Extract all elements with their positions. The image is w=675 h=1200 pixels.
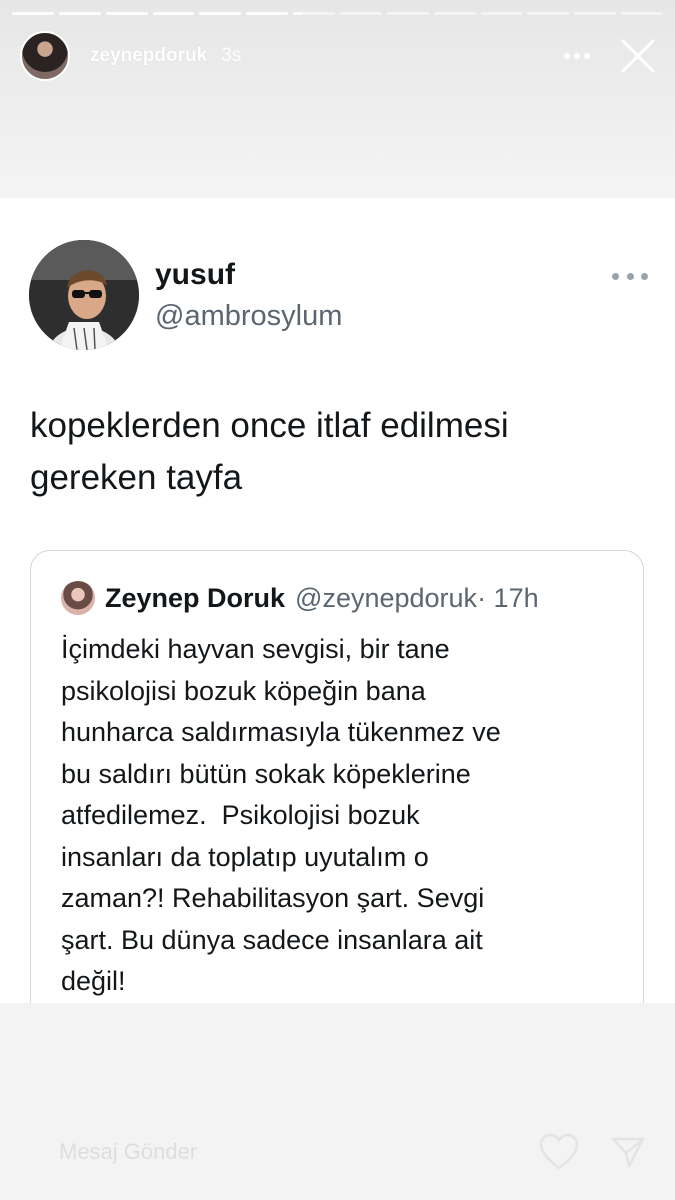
paper-plane-icon bbox=[611, 1137, 645, 1168]
quoted-author-name: Zeynep Doruk bbox=[105, 582, 286, 613]
tweet-author-handle: @ambrosylum bbox=[155, 300, 343, 332]
quoted-text-line: şart. Bu dünya sadece insanlara ait bbox=[61, 924, 483, 955]
more-options-button[interactable] bbox=[562, 43, 592, 69]
story-progress-segment bbox=[480, 12, 523, 15]
story-progress-fill bbox=[58, 12, 101, 15]
quoted-text-line: insanları da toplatıp uyutalım o bbox=[61, 841, 429, 872]
quoted-text-line: hunharca saldırmasıyla tükenmez ve bbox=[61, 717, 501, 747]
tweet-author-avatar bbox=[29, 240, 139, 350]
tweet-more-icon bbox=[612, 268, 648, 284]
story-progress-segment bbox=[58, 12, 101, 15]
tweet-text-line: gereken tayfa bbox=[30, 458, 243, 497]
tweet-text-line: kopeklerden once itlaf edilmesi bbox=[30, 406, 509, 445]
story-progress-segment bbox=[246, 12, 289, 15]
story-progress-fill bbox=[293, 12, 302, 15]
tweet-card: yusuf @ambrosylum kopeklerden once itlaf… bbox=[0, 198, 675, 1020]
story-author-username[interactable]: zeynepdoruk bbox=[90, 45, 207, 67]
send-button[interactable] bbox=[610, 1134, 646, 1170]
quoted-tweet-time: · 17h bbox=[477, 582, 539, 613]
close-icon bbox=[621, 39, 655, 73]
story-progress-segment bbox=[621, 12, 664, 15]
quoted-author-avatar bbox=[61, 581, 95, 615]
story-progress-fill bbox=[105, 12, 148, 15]
story-progress-bar bbox=[12, 12, 664, 15]
story-progress-segment bbox=[105, 12, 148, 15]
story-progress-segment bbox=[293, 12, 336, 15]
close-button[interactable] bbox=[616, 34, 660, 78]
story-progress-segment bbox=[340, 12, 382, 15]
story-progress-segment bbox=[574, 12, 617, 15]
quoted-text-line: atfedilemez. Psikolojisi bozuk bbox=[61, 800, 420, 830]
quoted-text-line: zaman?! Rehabilitasyon şart. Sevgi bbox=[61, 883, 485, 913]
quoted-tweet: Zeynep Doruk @zeynepdoruk · 17h İçimdeki… bbox=[30, 550, 644, 1020]
story-progress-segment bbox=[433, 12, 476, 15]
quoted-text-line: İçimdeki hayvan sevgisi, bir tane bbox=[61, 634, 450, 664]
story-progress-fill bbox=[199, 12, 242, 15]
story-timestamp: 3s bbox=[221, 45, 242, 66]
quoted-text-line: değil! bbox=[61, 966, 126, 996]
story-progress-segment bbox=[527, 12, 570, 15]
profile-photo-icon bbox=[29, 240, 139, 350]
tweet-text: kopeklerden once itlaf edilmesi gereken … bbox=[30, 400, 650, 504]
send-message-placeholder: Mesaj Gönder bbox=[59, 1139, 198, 1164]
send-message-input[interactable]: Mesaj Gönder bbox=[30, 1122, 512, 1182]
story-progress-fill bbox=[246, 12, 289, 15]
story-author-avatar[interactable] bbox=[20, 31, 70, 81]
quoted-tweet-text: İçimdeki hayvan sevgisi, bir tane psikol… bbox=[61, 629, 621, 1003]
more-horizontal-icon bbox=[564, 53, 590, 59]
story-progress-segment bbox=[152, 12, 195, 15]
story-progress-fill bbox=[152, 12, 195, 15]
story-progress-segment bbox=[199, 12, 242, 15]
story-progress-segment bbox=[12, 12, 54, 15]
story-progress-fill bbox=[12, 12, 54, 15]
quoted-text-line: bu saldırı bütün sokak köpeklerine bbox=[61, 758, 471, 789]
quoted-author-handle: @zeynepdoruk bbox=[295, 582, 478, 613]
like-button[interactable] bbox=[538, 1132, 580, 1172]
heart-icon bbox=[539, 1133, 579, 1170]
quoted-tweet-header: Zeynep Doruk @zeynepdoruk · 17h bbox=[61, 581, 539, 615]
story-progress-segment bbox=[386, 12, 429, 15]
story-header: zeynepdoruk 3s bbox=[20, 30, 660, 82]
tweet-author-name: yusuf bbox=[155, 258, 236, 291]
quoted-text-line: psikolojisi bozuk köpeğin bana bbox=[61, 675, 426, 706]
